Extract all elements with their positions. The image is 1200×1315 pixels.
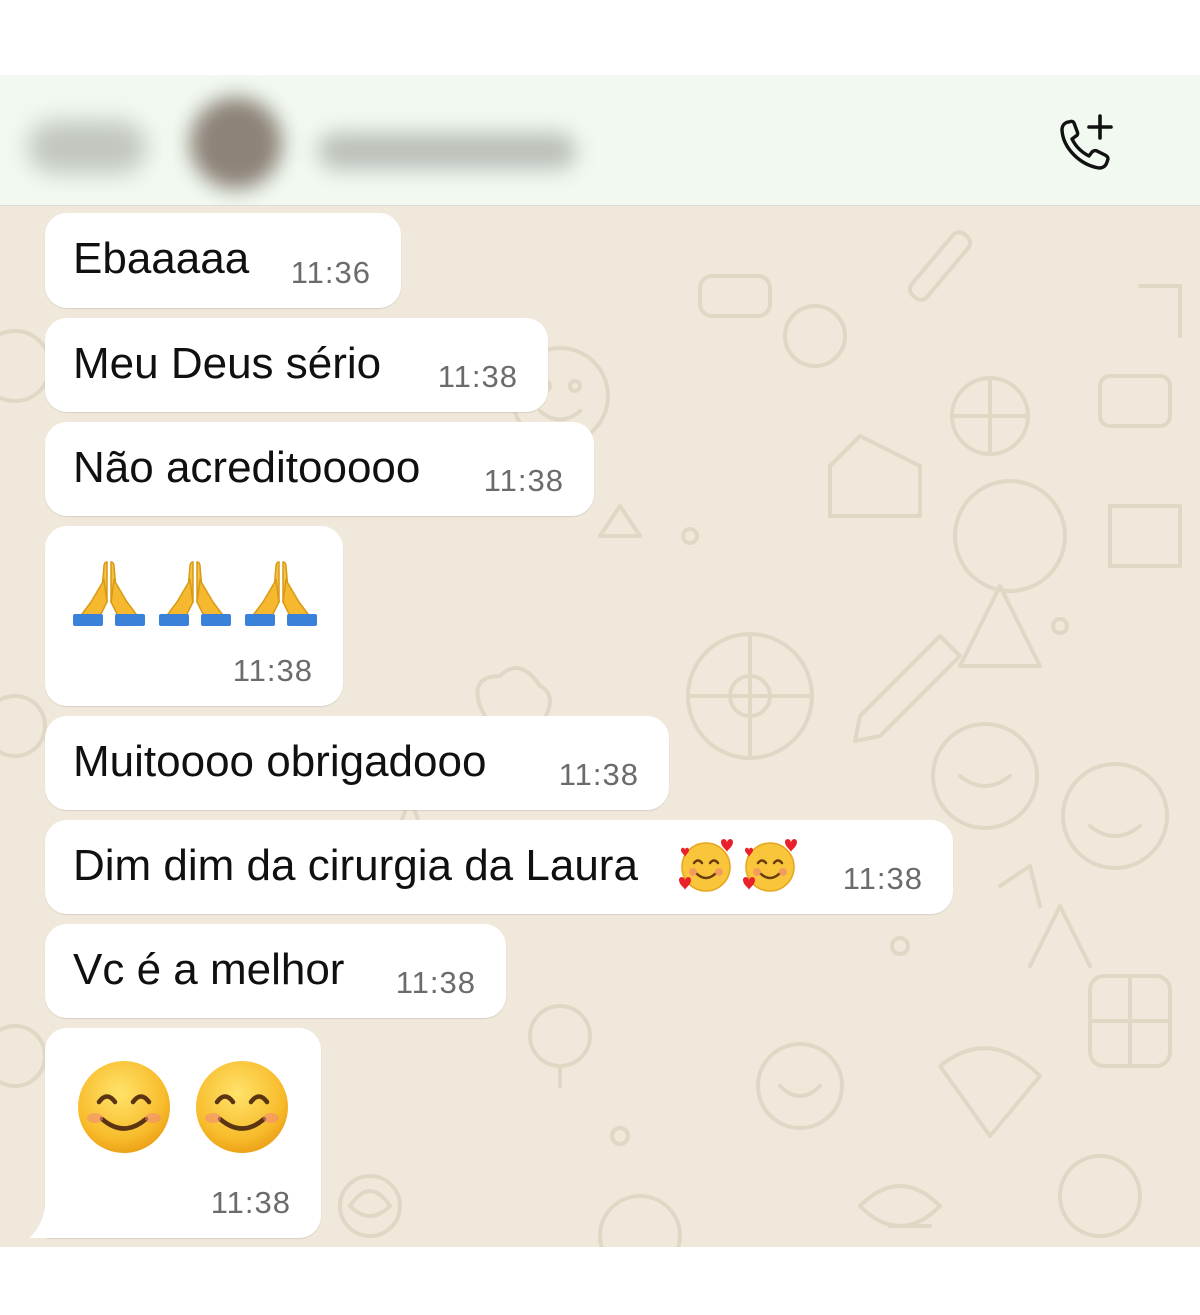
back-button[interactable] [28, 121, 146, 173]
smiling-face-with-smiling-eyes-icon [78, 1061, 170, 1153]
add-call-icon [1060, 114, 1113, 170]
message-bubble[interactable]: Vc é a melhor 11:38 [45, 924, 506, 1018]
message-bubble[interactable]: Não acreditooooo 11:38 [45, 422, 594, 516]
add-call-button[interactable] [1048, 109, 1124, 179]
message-text: Muitoooo obrigadooo [73, 737, 487, 786]
bubble-tail [29, 1208, 49, 1238]
message-text: Não acreditooooo [73, 443, 421, 492]
avatar[interactable] [190, 97, 282, 189]
message-text: Ebaaaaa [73, 234, 250, 283]
message-text: Vc é a melhor [73, 945, 345, 994]
chat-window: Ebaaaaa 11:36 Meu Deus sério 11:38 Não a… [0, 75, 1200, 1247]
message-bubble[interactable]: Muitoooo obrigadooo 11:38 [45, 716, 669, 810]
smiling-face-with-hearts-icon [679, 839, 733, 892]
contact-name[interactable] [318, 133, 576, 169]
chat-header [0, 75, 1200, 206]
folded-hands-icon [73, 561, 145, 626]
message-bubble[interactable]: Dim dim da cirurgia da Laura 11:38 [45, 820, 953, 914]
message-bubble[interactable]: 11:38 [45, 1028, 321, 1238]
message-bubble[interactable]: Ebaaaaa 11:36 [45, 213, 401, 308]
folded-hands-icon [245, 561, 317, 626]
message-time: 11:38 [483, 463, 564, 498]
message-bubble[interactable]: Meu Deus sério 11:38 [45, 318, 548, 412]
smiling-face-with-hearts-icon [743, 839, 797, 892]
message-time: 11:38 [842, 861, 923, 896]
message-time: 11:38 [210, 1185, 291, 1220]
message-time: 11:36 [290, 255, 371, 290]
message-text: Meu Deus sério [73, 339, 382, 388]
message-bubble[interactable]: 11:38 [45, 526, 343, 706]
message-text: Dim dim da cirurgia da Laura [73, 841, 638, 890]
message-time: 11:38 [558, 757, 639, 792]
message-time: 11:38 [437, 359, 518, 394]
folded-hands-icon [159, 561, 231, 626]
message-time: 11:38 [232, 653, 313, 688]
message-time: 11:38 [395, 965, 476, 1000]
smiling-face-with-smiling-eyes-icon [196, 1061, 288, 1153]
